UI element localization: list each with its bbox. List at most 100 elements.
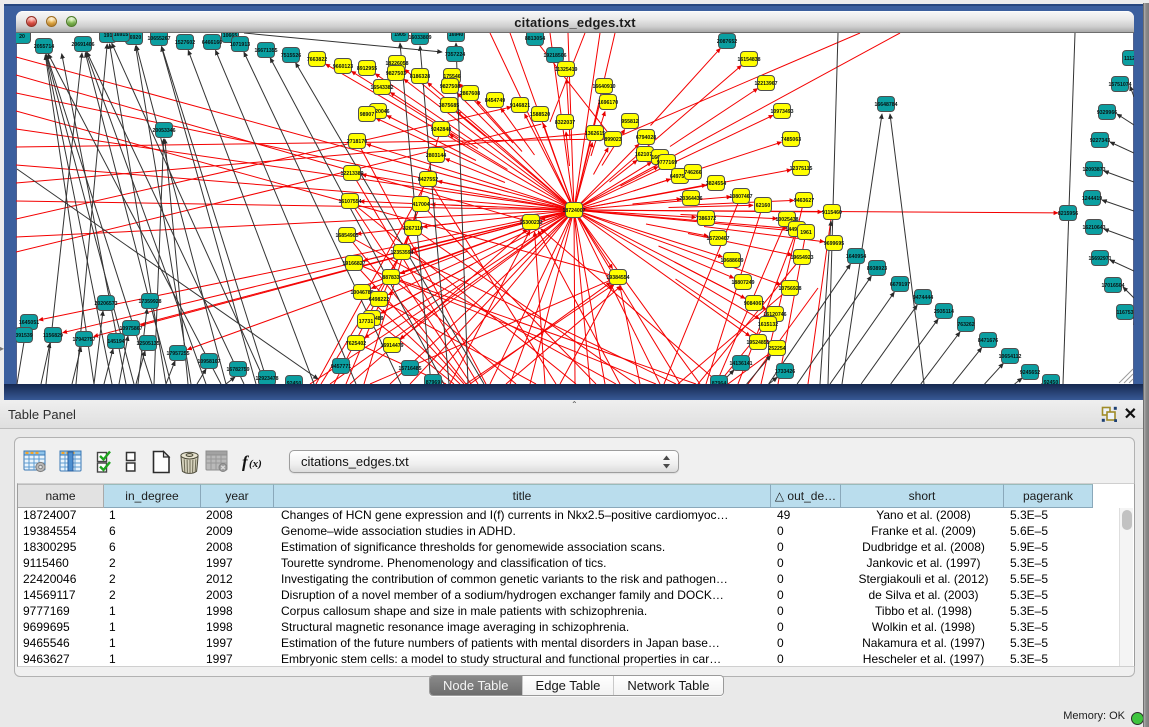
svg-text:763262: 763262 xyxy=(957,322,974,328)
svg-text:12093873: 12093873 xyxy=(1082,167,1105,173)
svg-text:17957255: 17957255 xyxy=(166,351,189,357)
svg-text:887833: 887833 xyxy=(382,275,399,281)
svg-text:16854905: 16854905 xyxy=(335,233,358,239)
svg-text:2718170: 2718170 xyxy=(347,139,367,145)
svg-text:9457771: 9457771 xyxy=(331,364,351,370)
svg-text:15300233: 15300233 xyxy=(519,220,542,226)
svg-text:19384554: 19384554 xyxy=(606,275,629,281)
svg-text:92450: 92450 xyxy=(1044,380,1059,384)
svg-text:19654923: 19654923 xyxy=(790,255,813,261)
svg-text:3267110: 3267110 xyxy=(403,226,423,232)
svg-text:92450: 92450 xyxy=(287,381,302,384)
svg-text:8215956: 8215956 xyxy=(1058,211,1078,217)
svg-text:16154838: 16154838 xyxy=(737,57,760,63)
svg-text:16671355: 16671355 xyxy=(254,48,277,54)
svg-text:6466160: 6466160 xyxy=(202,40,222,46)
svg-text:9699695: 9699695 xyxy=(824,241,844,247)
svg-text:8813054: 8813054 xyxy=(525,36,545,42)
svg-text:2087652: 2087652 xyxy=(717,39,737,45)
svg-text:9474444: 9474444 xyxy=(913,295,933,301)
svg-text:1905: 1905 xyxy=(394,33,406,38)
svg-text:20364436: 20364436 xyxy=(679,196,702,202)
svg-text:16940: 16940 xyxy=(449,33,464,38)
svg-text:6794028: 6794028 xyxy=(636,135,656,141)
svg-text:87964: 87964 xyxy=(712,381,727,384)
svg-text:2935114: 2935114 xyxy=(934,309,954,315)
svg-text:6498222: 6498222 xyxy=(369,297,389,303)
svg-text:2803144: 2803144 xyxy=(426,153,446,159)
svg-text:16914479: 16914479 xyxy=(380,343,403,349)
svg-text:1244419: 1244419 xyxy=(1082,196,1102,202)
svg-text:116753: 116753 xyxy=(1116,310,1133,316)
svg-text:15692971: 15692971 xyxy=(1088,256,1111,262)
svg-text:98907: 98907 xyxy=(360,112,375,118)
svg-text:12923478: 12923478 xyxy=(255,376,278,382)
svg-text:19524851: 19524851 xyxy=(746,340,769,346)
svg-text:1961: 1961 xyxy=(800,230,812,236)
svg-text:16915: 16915 xyxy=(114,33,129,38)
svg-text:8454749: 8454749 xyxy=(485,98,505,104)
svg-text:15720407: 15720407 xyxy=(706,236,729,242)
svg-text:20053346: 20053346 xyxy=(152,128,175,134)
svg-text:1071913: 1071913 xyxy=(230,42,250,48)
svg-text:9463627: 9463627 xyxy=(794,198,814,204)
svg-text:10654112: 10654112 xyxy=(999,354,1022,360)
svg-text:20: 20 xyxy=(19,34,25,40)
svg-text:252254: 252254 xyxy=(768,346,785,352)
svg-text:20206573: 20206573 xyxy=(94,301,117,307)
svg-text:19218506: 19218506 xyxy=(543,53,566,59)
svg-text:8186328: 8186328 xyxy=(410,74,430,80)
svg-text:8938923: 8938923 xyxy=(867,266,887,272)
svg-text:1696170: 1696170 xyxy=(598,100,618,106)
svg-text:1733426: 1733426 xyxy=(775,369,795,375)
svg-text:7515526: 7515526 xyxy=(281,53,301,59)
svg-text:16107554: 16107554 xyxy=(338,199,361,205)
svg-text:9245652: 9245652 xyxy=(1020,370,1040,376)
svg-text:16640910: 16640910 xyxy=(592,84,615,90)
svg-text:16033809: 16033809 xyxy=(408,35,431,41)
svg-text:191: 191 xyxy=(104,33,113,39)
svg-text:11122: 11122 xyxy=(1124,56,1134,62)
svg-text:12505135: 12505135 xyxy=(136,341,159,347)
svg-text:10756928: 10756928 xyxy=(778,286,801,292)
svg-text:1640954: 1640954 xyxy=(846,254,866,260)
svg-text:1645051: 1645051 xyxy=(19,320,39,326)
svg-text:87969: 87969 xyxy=(426,380,441,384)
svg-text:955812: 955812 xyxy=(621,119,638,125)
svg-text:9084067: 9084067 xyxy=(744,301,764,307)
svg-text:2055714: 2055714 xyxy=(34,44,54,50)
svg-text:9242848: 9242848 xyxy=(431,127,451,133)
svg-text:3824554: 3824554 xyxy=(706,181,726,187)
svg-text:7663822: 7663822 xyxy=(307,57,327,63)
svg-text:7386372: 7386372 xyxy=(696,216,716,222)
svg-text:391539: 391539 xyxy=(16,333,33,339)
svg-text:11325419: 11325419 xyxy=(555,67,578,73)
svg-text:8912955: 8912955 xyxy=(357,66,377,72)
svg-text:15716485: 15716485 xyxy=(398,366,421,372)
svg-text:417004: 417004 xyxy=(412,202,429,208)
svg-text:10807467: 10807467 xyxy=(729,194,752,200)
svg-text:8322037: 8322037 xyxy=(555,120,575,126)
svg-text:12213389: 12213389 xyxy=(340,171,363,177)
svg-text:18807249: 18807249 xyxy=(731,280,754,286)
svg-text:10958107: 10958107 xyxy=(197,359,220,365)
svg-text:(x): (x) xyxy=(249,458,262,470)
svg-text:1615132: 1615132 xyxy=(758,322,778,328)
svg-text:20691406: 20691406 xyxy=(71,42,94,48)
svg-text:3875685: 3875685 xyxy=(439,103,459,109)
svg-text:17942757: 17942757 xyxy=(72,337,95,343)
svg-text:10973493: 10973493 xyxy=(770,109,793,115)
svg-text:8471676: 8471676 xyxy=(978,338,998,344)
svg-text:7357224: 7357224 xyxy=(445,52,465,58)
svg-text:15751074: 15751074 xyxy=(1108,82,1131,88)
svg-text:10975867: 10975867 xyxy=(119,326,142,332)
svg-text:1588520: 1588520 xyxy=(530,112,550,118)
svg-text:17016504: 17016504 xyxy=(1101,283,1124,289)
svg-text:10688609: 10688609 xyxy=(720,258,743,264)
svg-text:16648784: 16648784 xyxy=(874,102,897,108)
svg-text:16782759: 16782759 xyxy=(226,367,249,373)
svg-text:12353594: 12353594 xyxy=(390,250,413,256)
svg-text:16543382: 16543382 xyxy=(370,85,393,91)
svg-text:9777169: 9777169 xyxy=(657,160,677,166)
svg-text:899023: 899023 xyxy=(604,137,621,143)
